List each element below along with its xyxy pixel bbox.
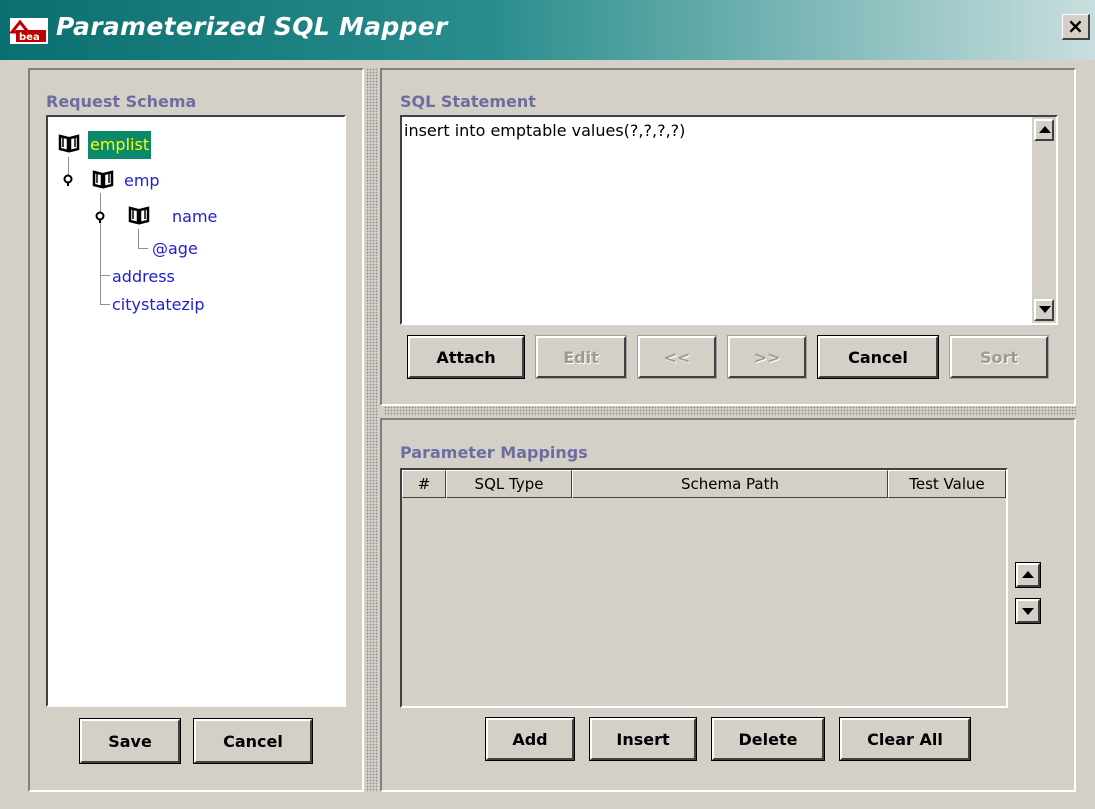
move-up-button[interactable]	[1015, 562, 1041, 588]
schema-cancel-button[interactable]: Cancel	[193, 718, 313, 764]
request-schema-label: Request Schema	[46, 92, 197, 111]
tree-node-emplist[interactable]: emplist	[88, 131, 152, 159]
tree-node-address[interactable]: address	[112, 267, 175, 286]
save-button[interactable]: Save	[79, 718, 181, 764]
key-handle-icon[interactable]	[62, 174, 74, 186]
sql-statement-editor[interactable]: insert into emptable values(?,?,?,?)	[400, 115, 1058, 325]
window-title: Parameterized SQL Mapper	[56, 12, 448, 41]
add-button[interactable]: Add	[485, 717, 575, 761]
column-header-sql-type[interactable]: SQL Type	[446, 470, 572, 498]
schema-tree[interactable]: emplist emp name @age address citystatez…	[46, 115, 346, 707]
sort-button[interactable]: Sort	[949, 335, 1049, 379]
book-icon	[58, 134, 80, 153]
close-button[interactable]: ×	[1062, 14, 1090, 40]
parameter-mappings-label: Parameter Mappings	[400, 443, 588, 462]
insert-button[interactable]: Insert	[589, 717, 697, 761]
arrow-up-icon	[1022, 571, 1034, 578]
clear-all-button[interactable]: Clear All	[839, 717, 971, 761]
arrow-down-icon	[1022, 608, 1034, 615]
sql-statement-text[interactable]: insert into emptable values(?,?,?,?)	[404, 121, 685, 140]
sql-cancel-button[interactable]: Cancel	[817, 335, 939, 379]
sql-statement-label: SQL Statement	[400, 92, 536, 111]
next-button[interactable]: >>	[727, 335, 807, 379]
attach-button[interactable]: Attach	[407, 335, 525, 379]
arrow-down-icon[interactable]	[1034, 299, 1054, 321]
key-handle-icon[interactable]	[94, 211, 106, 223]
book-icon	[128, 206, 150, 225]
arrow-up-icon[interactable]	[1034, 119, 1054, 141]
horizontal-splitter[interactable]	[384, 406, 1076, 416]
title-bar: bea Parameterized SQL Mapper ×	[0, 0, 1095, 62]
sql-scrollbar[interactable]	[1032, 117, 1056, 323]
svg-text:bea: bea	[19, 32, 40, 43]
tree-node-emp[interactable]: emp	[124, 171, 160, 190]
previous-button[interactable]: <<	[637, 335, 717, 379]
tree-node-name[interactable]: name	[172, 207, 217, 226]
parameter-mappings-table[interactable]: # SQL Type Schema Path Test Value	[400, 468, 1008, 708]
delete-button[interactable]: Delete	[711, 717, 825, 761]
edit-button[interactable]: Edit	[535, 335, 627, 379]
tree-node-age[interactable]: @age	[152, 239, 198, 258]
column-header-number[interactable]: #	[402, 470, 446, 498]
bea-app-icon: bea	[10, 18, 48, 44]
tree-node-citystatezip[interactable]: citystatezip	[112, 295, 205, 314]
book-icon	[92, 170, 114, 189]
column-header-test-value[interactable]: Test Value	[888, 470, 1006, 498]
vertical-splitter[interactable]	[366, 68, 378, 792]
column-header-schema-path[interactable]: Schema Path	[572, 470, 888, 498]
move-down-button[interactable]	[1015, 598, 1041, 624]
